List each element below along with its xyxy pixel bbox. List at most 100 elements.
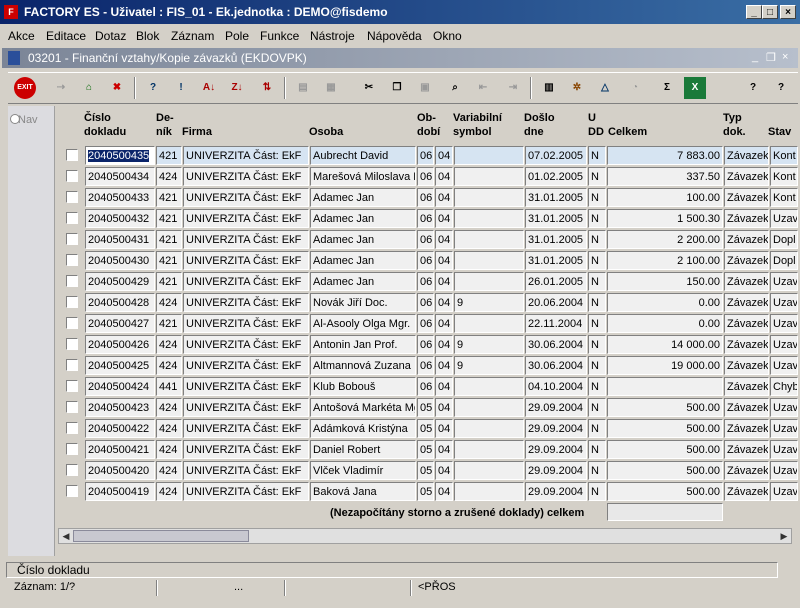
cell-ob2[interactable]: 04 [435, 377, 453, 396]
cell-ob2[interactable]: 04 [435, 398, 453, 417]
cell-stav[interactable]: Uzav [770, 335, 798, 354]
row-checkbox[interactable] [66, 212, 78, 224]
cell-stav[interactable]: Uzav [770, 314, 798, 333]
cell-typ[interactable]: Závazek [724, 272, 769, 291]
cell-cislo[interactable]: 2040500420 [85, 461, 155, 480]
sum-icon[interactable]: Σ [656, 77, 678, 99]
cell-vs[interactable] [454, 167, 524, 186]
cell-stav[interactable]: Uzav [770, 293, 798, 312]
table-row[interactable]: 2040500420 424 UNIVERZITA Část: EkF Vlček V… [60, 461, 800, 481]
cell-firma[interactable]: UNIVERZITA Část: EkF [183, 146, 309, 165]
scroll-left-icon[interactable]: ◀ [60, 530, 72, 542]
menu-editace[interactable]: Editace [46, 29, 86, 43]
table-row[interactable]: 2040500435 421 UNIVERZITA Část: EkF Aubrech… [60, 146, 800, 166]
cell-ob2[interactable]: 04 [435, 251, 453, 270]
cell-vs[interactable] [454, 230, 524, 249]
cell-cislo[interactable]: 2040500430 [85, 251, 155, 270]
cell-doslo[interactable]: 29.09.2004 [525, 482, 587, 501]
cell-celkem[interactable]: 7 883.00 [607, 146, 723, 165]
cell-doslo[interactable]: 29.09.2004 [525, 419, 587, 438]
settings-wheel-icon[interactable]: ✲ [566, 77, 588, 99]
find-icon[interactable]: ⌕ [444, 77, 466, 99]
cell-ob1[interactable]: 06 [417, 293, 434, 312]
cell-celkem[interactable]: 1 500.30 [607, 209, 723, 228]
menu-funkce[interactable]: Funkce [260, 29, 299, 43]
cell-celkem[interactable]: 500.00 [607, 419, 723, 438]
delete-record-icon[interactable]: ✖ [106, 77, 128, 99]
copy-icon[interactable]: ❐ [386, 77, 408, 99]
calculator-icon[interactable]: ▥ [538, 77, 560, 99]
cell-denik[interactable]: 424 [156, 419, 182, 438]
cell-vs[interactable] [454, 209, 524, 228]
row-checkbox[interactable] [66, 191, 78, 203]
cell-doslo[interactable]: 31.01.2005 [525, 188, 587, 207]
cell-typ[interactable]: Závazek [724, 356, 769, 375]
cell-udd[interactable]: N [588, 440, 606, 459]
row-checkbox[interactable] [66, 401, 78, 413]
cell-denik[interactable]: 421 [156, 188, 182, 207]
cell-typ[interactable]: Závazek [724, 377, 769, 396]
cell-firma[interactable]: UNIVERZITA Část: EkF [183, 419, 309, 438]
cell-ob2[interactable]: 04 [435, 314, 453, 333]
cell-doslo[interactable]: 20.06.2004 [525, 293, 587, 312]
cell-denik[interactable]: 421 [156, 272, 182, 291]
cell-stav[interactable]: Uzav [770, 356, 798, 375]
cell-ob2[interactable]: 04 [435, 440, 453, 459]
cell-typ[interactable]: Závazek [724, 251, 769, 270]
cell-cislo[interactable]: 2040500433 [85, 188, 155, 207]
cell-cislo[interactable]: 2040500419 [85, 482, 155, 501]
menu-akce[interactable]: Akce [8, 29, 35, 43]
cell-ob1[interactable]: 06 [417, 167, 434, 186]
cell-celkem[interactable] [607, 377, 723, 396]
cell-ob1[interactable]: 06 [417, 272, 434, 291]
row-checkbox[interactable] [66, 443, 78, 455]
cell-cislo[interactable]: 2040500421 [85, 440, 155, 459]
cell-doslo[interactable]: 01.02.2005 [525, 167, 587, 186]
row-checkbox[interactable] [66, 464, 78, 476]
table-row[interactable]: 2040500421 424 UNIVERZITA Část: EkF Daniel … [60, 440, 800, 460]
cell-udd[interactable]: N [588, 293, 606, 312]
cell-denik[interactable]: 421 [156, 230, 182, 249]
cell-celkem[interactable]: 19 000.00 [607, 356, 723, 375]
cell-denik[interactable]: 424 [156, 293, 182, 312]
row-checkbox[interactable] [66, 275, 78, 287]
cell-cislo[interactable]: 2040500428 [85, 293, 155, 312]
cell-udd[interactable]: N [588, 419, 606, 438]
form-minimize-button[interactable]: _ [752, 51, 758, 63]
cell-ob1[interactable]: 05 [417, 419, 434, 438]
save-icon[interactable]: ⇢ [50, 77, 72, 99]
cell-vs[interactable]: 9 [454, 335, 524, 354]
table-row[interactable]: 2040500423 424 UNIVERZITA Část: EkF Antošov… [60, 398, 800, 418]
cell-denik[interactable]: 424 [156, 356, 182, 375]
cell-udd[interactable]: N [588, 377, 606, 396]
table-row[interactable]: 2040500422 424 UNIVERZITA Část: EkF Adámkov… [60, 419, 800, 439]
paste-icon[interactable]: ▣ [414, 77, 436, 99]
cell-vs[interactable] [454, 314, 524, 333]
cell-typ[interactable]: Závazek [724, 167, 769, 186]
row-checkbox[interactable] [66, 338, 78, 350]
cell-celkem[interactable]: 500.00 [607, 440, 723, 459]
cell-doslo[interactable]: 29.09.2004 [525, 398, 587, 417]
minimize-button[interactable]: _ [746, 5, 762, 19]
cell-vs[interactable] [454, 461, 524, 480]
cell-firma[interactable]: UNIVERZITA Část: EkF [183, 293, 309, 312]
cell-stav[interactable]: Kont [770, 146, 798, 165]
cell-cislo[interactable]: 2040500422 [85, 419, 155, 438]
menu-okno[interactable]: Okno [433, 29, 462, 43]
cell-cislo[interactable]: 2040500423 [85, 398, 155, 417]
cell-firma[interactable]: UNIVERZITA Část: EkF [183, 167, 309, 186]
table-row[interactable]: 2040500431 421 UNIVERZITA Část: EkF Adamec … [60, 230, 800, 250]
cell-firma[interactable]: UNIVERZITA Část: EkF [183, 272, 309, 291]
cell-ob2[interactable]: 04 [435, 461, 453, 480]
table-row[interactable]: 2040500426 424 UNIVERZITA Část: EkF Antonin… [60, 335, 800, 355]
table-row[interactable]: 2040500428 424 UNIVERZITA Část: EkF Novák J… [60, 293, 800, 313]
cell-doslo[interactable]: 04.10.2004 [525, 377, 587, 396]
row-checkbox[interactable] [66, 233, 78, 245]
cell-denik[interactable]: 424 [156, 440, 182, 459]
cell-osoba[interactable]: Adamec Jan [310, 251, 416, 270]
cell-celkem[interactable]: 500.00 [607, 461, 723, 480]
cell-celkem[interactable]: 2 100.00 [607, 251, 723, 270]
cell-cislo[interactable]: 2040500434 [85, 167, 155, 186]
cell-osoba[interactable]: Marešová Miloslava D [310, 167, 416, 186]
cell-typ[interactable]: Závazek [724, 188, 769, 207]
